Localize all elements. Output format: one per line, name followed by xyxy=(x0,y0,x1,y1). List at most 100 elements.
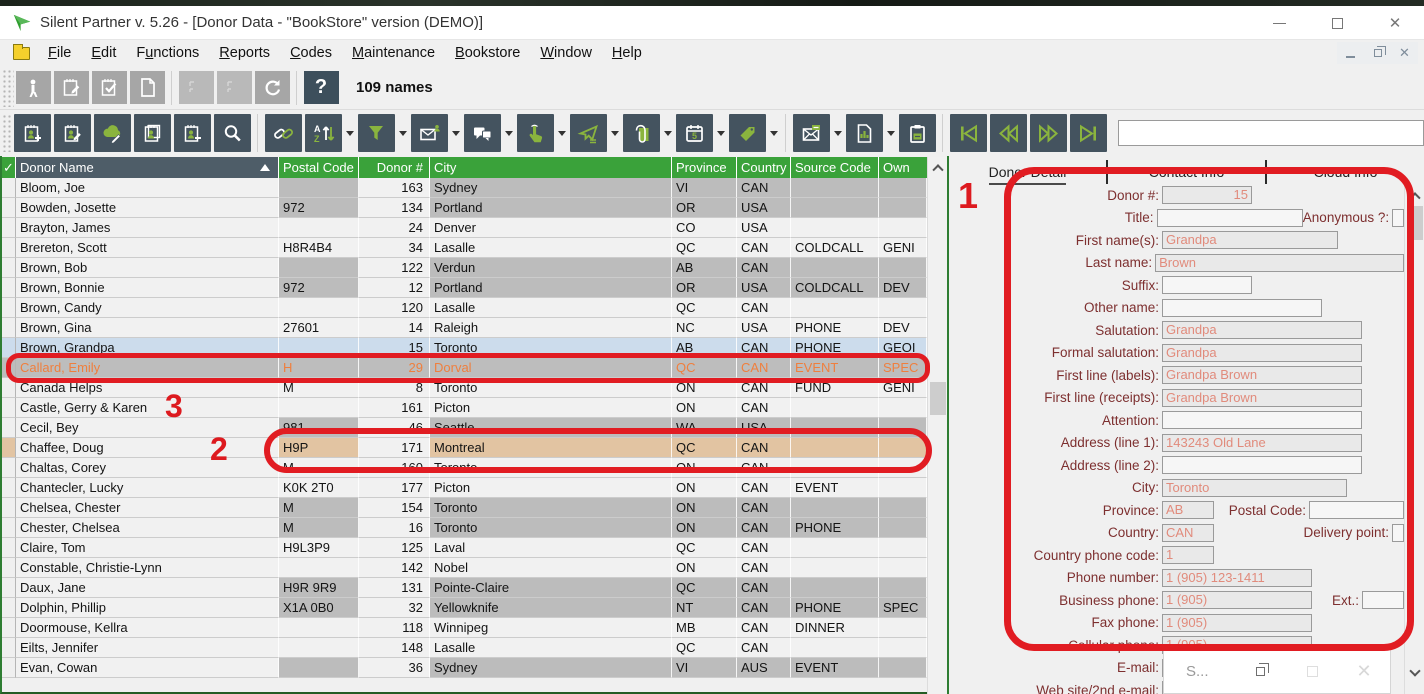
table-row[interactable]: Doormouse, Kellra 118 Winnipeg MB CAN DINNER xyxy=(2,618,927,638)
nav-prev-button[interactable] xyxy=(989,114,1027,152)
child-close-button[interactable]: ✕ xyxy=(1391,42,1418,64)
cell-city[interactable]: Toronto xyxy=(430,338,672,358)
cell-postal[interactable] xyxy=(279,178,359,198)
dropdown-caret-icon[interactable] xyxy=(834,131,843,140)
table-row[interactable]: Brown, Gina 27601 14 Raleigh NC USA PHONE DEV xyxy=(2,318,927,338)
cell-donor-name[interactable]: Dolphin, Phillip xyxy=(16,598,279,618)
cell-num[interactable]: 24 xyxy=(359,218,430,238)
business_phone-field[interactable]: 1 (905) xyxy=(1162,591,1312,610)
cell-source[interactable] xyxy=(791,638,879,658)
cell-source[interactable]: EVENT xyxy=(791,658,879,678)
cell-source[interactable]: DINNER xyxy=(791,618,879,638)
cell-country[interactable]: CAN xyxy=(737,538,791,558)
cell-country[interactable]: CAN xyxy=(737,178,791,198)
cell-city[interactable]: Lasalle xyxy=(430,638,672,658)
row-selector[interactable] xyxy=(2,478,16,498)
cell-donor-name[interactable]: Chaltas, Corey xyxy=(16,458,279,478)
cell-source[interactable]: EVENT xyxy=(791,358,879,378)
cell-own[interactable] xyxy=(879,438,927,458)
cell-postal[interactable]: H9P xyxy=(279,438,359,458)
formal_salutation-field[interactable]: Grandpa xyxy=(1162,343,1362,362)
column-header-source-code[interactable]: Source Code xyxy=(791,157,879,178)
mini-restore-button[interactable] xyxy=(1234,662,1286,676)
cell-city[interactable]: Laval xyxy=(430,538,672,558)
cell-postal[interactable]: 972 xyxy=(279,198,359,218)
cell-city[interactable]: Montreal xyxy=(430,438,672,458)
cell-city[interactable]: Nobel xyxy=(430,558,672,578)
cell-postal[interactable]: 972 xyxy=(279,278,359,298)
search-button[interactable] xyxy=(213,114,251,152)
cell-num[interactable]: 160 xyxy=(359,458,430,478)
cell-own[interactable] xyxy=(879,518,927,538)
vertical-scroll-thumb[interactable] xyxy=(1407,206,1423,240)
table-row[interactable]: Callard, Emily H 29 Dorval QC CAN EVENT SPEC xyxy=(2,358,927,378)
cell-city[interactable]: Dorval xyxy=(430,358,672,378)
table-row[interactable]: Chaffee, Doug H9P 171 Montreal QC CAN xyxy=(2,438,927,458)
cell-donor-name[interactable]: Daux, Jane xyxy=(16,578,279,598)
table-row[interactable]: Claire, Tom H9L3P9 125 Laval QC CAN xyxy=(2,538,927,558)
cell-province[interactable]: QC xyxy=(672,538,737,558)
cell-province[interactable]: ON xyxy=(672,478,737,498)
attachment-button[interactable] xyxy=(622,114,660,152)
cell-country[interactable]: CAN xyxy=(737,618,791,638)
cell-own[interactable] xyxy=(879,658,927,678)
menu-window[interactable]: Window xyxy=(530,43,602,63)
cell-donor-name[interactable]: Chelsea, Chester xyxy=(16,498,279,518)
row-selector[interactable] xyxy=(2,638,16,658)
row-selector[interactable] xyxy=(2,378,16,398)
attention-field[interactable] xyxy=(1162,411,1362,430)
table-row[interactable]: Dolphin, Phillip X1A 0B0 32 Yellowknife NT CA… xyxy=(2,598,927,618)
table-row[interactable]: Castle, Gerry & Karen 161 Picton ON CAN xyxy=(2,398,927,418)
cell-source[interactable]: COLDCALL xyxy=(791,278,879,298)
cell-own[interactable] xyxy=(879,618,927,638)
cell-donor-name[interactable]: Claire, Tom xyxy=(16,538,279,558)
cell-donor-name[interactable]: Brown, Bonnie xyxy=(16,278,279,298)
cell-source[interactable] xyxy=(791,298,879,318)
cell-source[interactable] xyxy=(791,558,879,578)
cell-province[interactable]: ON xyxy=(672,558,737,578)
cell-own[interactable] xyxy=(879,198,927,218)
cell-postal[interactable]: H9L3P9 xyxy=(279,538,359,558)
cell-donor-name[interactable]: Chantecler, Lucky xyxy=(16,478,279,498)
cell-province[interactable]: QC xyxy=(672,638,737,658)
table-row[interactable]: Chaltas, Corey M 160 Toronto ON CAN xyxy=(2,458,927,478)
page-button[interactable] xyxy=(129,71,165,104)
quick-search-input[interactable] xyxy=(1118,120,1424,146)
table-row[interactable]: Chester, Chelsea M 16 Toronto ON CAN PHONE xyxy=(2,518,927,538)
last_name-field[interactable]: Brown xyxy=(1155,253,1404,272)
sort-az-button[interactable]: AZ xyxy=(304,114,342,152)
cell-source[interactable] xyxy=(791,538,879,558)
cell-province[interactable]: NT xyxy=(672,598,737,618)
delivery_point-field[interactable] xyxy=(1392,523,1404,542)
dropdown-caret-icon[interactable] xyxy=(346,131,355,140)
country-field[interactable]: CAN xyxy=(1162,523,1214,542)
cell-country[interactable]: CAN xyxy=(737,398,791,418)
cell-own[interactable] xyxy=(879,218,927,238)
ext-field[interactable] xyxy=(1362,591,1404,610)
cell-country[interactable]: CAN xyxy=(737,458,791,478)
cell-postal[interactable] xyxy=(279,658,359,678)
cell-postal[interactable] xyxy=(279,618,359,638)
cell-donor-name[interactable]: Chaffee, Doug xyxy=(16,438,279,458)
row-selector[interactable] xyxy=(2,518,16,538)
cell-donor-name[interactable]: Castle, Gerry & Karen xyxy=(16,398,279,418)
menu-functions[interactable]: Functions xyxy=(126,43,209,63)
cell-city[interactable]: Picton xyxy=(430,478,672,498)
first_line_receipts-field[interactable]: Grandpa Brown xyxy=(1162,388,1362,407)
row-selector[interactable] xyxy=(2,438,16,458)
row-selector[interactable] xyxy=(2,598,16,618)
row-selector[interactable] xyxy=(2,358,16,378)
column-header-donor-number[interactable]: Donor # xyxy=(359,157,430,178)
row-selector[interactable] xyxy=(2,218,16,238)
suffix-field[interactable] xyxy=(1162,276,1252,295)
dropdown-caret-icon[interactable] xyxy=(770,131,779,140)
fax_phone-field[interactable]: 1 (905) xyxy=(1162,613,1312,632)
cell-city[interactable]: Toronto xyxy=(430,378,672,398)
cell-country[interactable]: CAN xyxy=(737,438,791,458)
report-chart-button[interactable] xyxy=(845,114,883,152)
form-vertical-scrollbar[interactable] xyxy=(1404,184,1424,694)
table-row[interactable]: Brown, Bob 122 Verdun AB CAN xyxy=(2,258,927,278)
table-row[interactable]: Brayton, James 24 Denver CO USA xyxy=(2,218,927,238)
cell-city[interactable]: Lasalle xyxy=(430,238,672,258)
cell-postal[interactable] xyxy=(279,338,359,358)
